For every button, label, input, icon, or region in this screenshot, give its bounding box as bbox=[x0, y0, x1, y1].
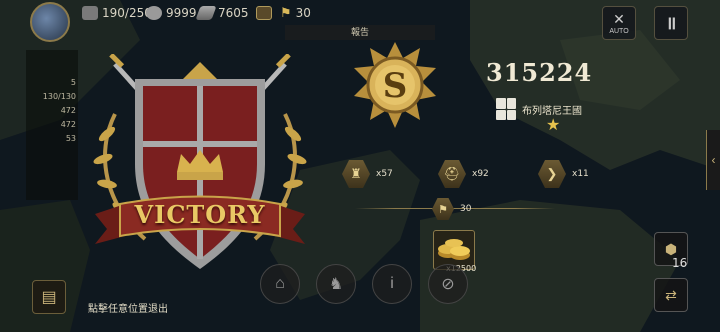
move-icon: ⚑ bbox=[432, 198, 454, 220]
star-icon: ★ bbox=[546, 117, 561, 134]
building-resource[interactable] bbox=[256, 4, 272, 22]
auto-button[interactable]: ✕ AUTO bbox=[602, 6, 636, 40]
route-button[interactable]: ⇄ bbox=[654, 278, 688, 312]
route-arrows-icon: ⇄ bbox=[665, 286, 677, 303]
cities-count: 16 bbox=[672, 256, 688, 270]
unit-panel: 5 130/130 472 472 53 bbox=[26, 50, 78, 200]
victory-banner-text: VICTORY bbox=[134, 200, 266, 229]
report-title: 報告 bbox=[285, 25, 435, 40]
reward-count: x57 bbox=[376, 169, 393, 179]
chevron-rank-icon: ❯ bbox=[538, 160, 566, 188]
building-icon bbox=[256, 6, 272, 20]
iron-value: 7605 bbox=[218, 6, 249, 20]
nation-row: 布列塔尼王國 bbox=[496, 98, 582, 120]
reward-count: x11 bbox=[572, 169, 589, 179]
pause-icon: ॥ bbox=[665, 13, 677, 33]
auto-label: AUTO bbox=[609, 28, 629, 35]
panel-value: 472 bbox=[60, 120, 76, 129]
iron-resource: 7605 bbox=[195, 4, 249, 22]
silver-value: 9999 bbox=[166, 6, 197, 20]
silver-coin-icon bbox=[146, 6, 162, 20]
score-medal: S bbox=[350, 40, 440, 130]
cancel-icon[interactable]: ⊘ bbox=[428, 264, 468, 304]
reward-moves-count: 30 bbox=[460, 204, 472, 214]
reward-rank: ❯ x11 bbox=[538, 160, 589, 188]
panel-value: 5 bbox=[70, 78, 76, 87]
helmet-icon bbox=[82, 6, 98, 20]
info-icon[interactable]: i bbox=[372, 264, 412, 304]
reward-helmet: ⛑ x92 bbox=[438, 160, 489, 188]
victory-emblem: VICTORY bbox=[85, 52, 315, 284]
silver-resource: 9999 bbox=[146, 4, 197, 22]
scroll-icon: ▤ bbox=[41, 289, 57, 306]
troops-value: 190/250 bbox=[102, 6, 152, 20]
battle-score: 315224 bbox=[486, 58, 593, 87]
map-icon[interactable]: ⌂ bbox=[260, 264, 300, 304]
move-icon: ⚑ bbox=[280, 5, 292, 21]
gold-coins-icon bbox=[438, 239, 470, 260]
fleur-de-lis-flag-icon bbox=[496, 98, 516, 120]
player-avatar[interactable] bbox=[30, 2, 70, 42]
chevron-left-icon: ‹ bbox=[711, 153, 716, 167]
reward-count: x92 bbox=[472, 169, 489, 179]
moves-value: 30 bbox=[295, 6, 311, 20]
moves-resource: ⚑ 30 bbox=[280, 4, 311, 22]
crossed-swords-icon: ✕ bbox=[613, 11, 625, 27]
castle-icon: ♜ bbox=[342, 160, 370, 188]
reward-castle: ♜ x57 bbox=[342, 160, 393, 188]
troops-resource: 190/250 bbox=[82, 4, 152, 22]
helmet-icon: ⛑ bbox=[438, 160, 466, 188]
panel-value: 130/130 bbox=[42, 92, 76, 101]
scroll-menu-button[interactable]: ▤ bbox=[32, 280, 66, 314]
iron-bar-icon bbox=[195, 6, 217, 20]
panel-value: 472 bbox=[60, 106, 76, 115]
side-drawer-tab[interactable]: ‹ bbox=[706, 130, 720, 190]
panel-value: 53 bbox=[65, 134, 76, 143]
map-actions: ⌂ ♞ i ⊘ bbox=[260, 264, 468, 304]
hex-cluster-icon: ⬢ bbox=[664, 240, 678, 257]
svg-text:S: S bbox=[383, 66, 408, 106]
exit-hint: 點擊任意位置退出 bbox=[88, 304, 168, 315]
reward-moves: ⚑ 30 bbox=[432, 198, 471, 220]
army-icon[interactable]: ♞ bbox=[316, 264, 356, 304]
pause-button[interactable]: ॥ bbox=[654, 6, 688, 40]
